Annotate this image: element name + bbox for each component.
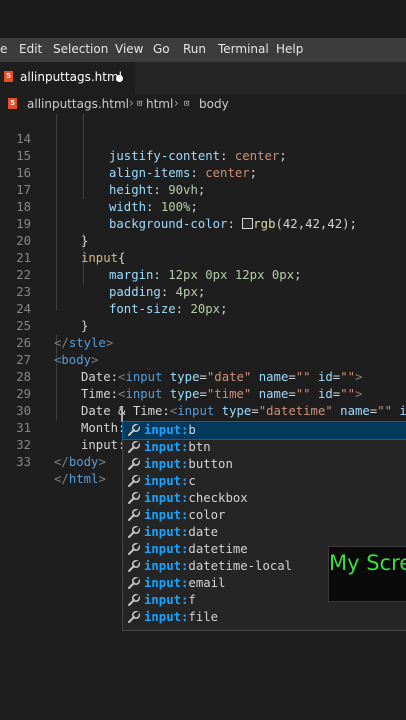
suggestion-rest: color bbox=[188, 508, 226, 522]
overlay-text: My Scre bbox=[329, 551, 406, 575]
suggestion-item[interactable]: input:c bbox=[123, 473, 406, 490]
wrench-icon bbox=[127, 541, 141, 558]
breadcrumb: 5 allinputtags.html › ⊡ html › ⊡ body bbox=[0, 94, 406, 114]
html5-icon: 5 bbox=[8, 98, 17, 109]
wrench-icon bbox=[127, 609, 141, 626]
unsaved-dot-icon[interactable] bbox=[116, 75, 123, 82]
code-line: 16 height: 90vh; bbox=[0, 148, 406, 197]
menu-edit[interactable]: Edit bbox=[19, 42, 42, 56]
wrench-icon bbox=[127, 592, 141, 609]
code-line: 27 Date:<input type="date" name="" id=""… bbox=[0, 335, 406, 384]
menu-help[interactable]: Help bbox=[276, 42, 303, 56]
code-line: 25 </style> bbox=[0, 301, 406, 350]
breadcrumb-html[interactable]: html bbox=[146, 97, 173, 111]
code-line: 15 align-items: center; bbox=[0, 131, 406, 180]
text-cursor bbox=[121, 407, 123, 422]
element-icon: ⊡ bbox=[184, 99, 190, 109]
wrench-icon bbox=[127, 507, 141, 524]
suggestion-item[interactable]: input:b bbox=[122, 421, 406, 440]
code-line: 26 <body> bbox=[0, 318, 406, 367]
suggestion-rest: checkbox bbox=[188, 491, 248, 505]
menu-terminal[interactable]: Terminal bbox=[218, 42, 269, 56]
suggestion-item[interactable]: input:button bbox=[123, 456, 406, 473]
breadcrumb-body[interactable]: body bbox=[199, 97, 229, 111]
line-number: 33 bbox=[16, 455, 31, 469]
code-line: 30 Month:<input type="month" name="" id=… bbox=[0, 386, 406, 435]
suggestion-match: input: bbox=[144, 525, 189, 539]
menu-run[interactable]: Run bbox=[183, 42, 206, 56]
suggestion-match: input: bbox=[144, 423, 189, 437]
code-line: 29 Date & Time:<input type="datetime" na… bbox=[0, 369, 406, 418]
tab-allinputtags[interactable]: 5 allinputtags.html bbox=[0, 62, 135, 94]
code-line: 31 input: bbox=[0, 403, 406, 452]
menu-selection[interactable]: Selection bbox=[53, 42, 108, 56]
suggestion-match: input: bbox=[144, 508, 189, 522]
suggestion-rest: f bbox=[188, 593, 196, 607]
wrench-icon bbox=[127, 524, 141, 541]
menu-file[interactable]: e bbox=[0, 42, 7, 56]
suggestion-match: input: bbox=[144, 576, 189, 590]
code-line: 14 justify-content: center; bbox=[0, 114, 406, 163]
suggestion-item[interactable]: input:file bbox=[123, 609, 406, 626]
wrench-icon bbox=[127, 575, 141, 592]
code-line: 18 background-color: rgb(42,42,42); bbox=[0, 182, 406, 231]
suggestion-rest: b bbox=[188, 423, 196, 437]
suggestion-item[interactable]: input:color bbox=[123, 507, 406, 524]
suggestion-match: input: bbox=[144, 457, 189, 471]
code-line: 24 } bbox=[0, 284, 406, 333]
suggestion-match: input: bbox=[144, 542, 189, 556]
menu-bar: e Edit Selection View Go Run Terminal He… bbox=[0, 38, 406, 62]
suggestion-rest: date bbox=[188, 525, 219, 539]
code-line: 21 margin: 12px 0px 12px 0px; bbox=[0, 233, 406, 282]
suggestion-item[interactable]: input:btn bbox=[123, 439, 406, 456]
suggestion-rest: c bbox=[188, 474, 196, 488]
wrench-icon bbox=[127, 558, 141, 575]
suggestion-item[interactable]: input:date bbox=[123, 524, 406, 541]
code-line: 28 Time:<input type="time" name="" id=""… bbox=[0, 352, 406, 401]
suggestion-match: input: bbox=[144, 474, 189, 488]
suggestion-item[interactable]: input:checkbox bbox=[123, 490, 406, 507]
element-icon: ⊡ bbox=[137, 99, 143, 109]
wrench-icon bbox=[127, 473, 141, 490]
wrench-icon bbox=[127, 490, 141, 507]
suggestion-match: input: bbox=[144, 593, 189, 607]
html-tag: html bbox=[68, 472, 99, 486]
suggestion-rest: file bbox=[188, 610, 219, 624]
suggestion-rest: datetime-local bbox=[188, 559, 293, 573]
suggestion-rest: btn bbox=[188, 440, 211, 454]
menu-go[interactable]: Go bbox=[153, 42, 170, 56]
menu-view[interactable]: View bbox=[115, 42, 143, 56]
suggestion-match: input: bbox=[144, 559, 189, 573]
code-line: 20 input{ bbox=[0, 216, 406, 265]
tab-bar: 5 allinputtags.html bbox=[0, 62, 406, 94]
suggestion-rest: email bbox=[188, 576, 226, 590]
chevron-right-icon: › bbox=[129, 96, 134, 110]
suggestion-rest: button bbox=[188, 457, 233, 471]
suggestion-match: input: bbox=[144, 610, 189, 624]
suggestion-rest: datetime bbox=[188, 542, 248, 556]
tab-label: allinputtags.html bbox=[20, 70, 122, 84]
breadcrumb-file[interactable]: allinputtags.html bbox=[27, 97, 129, 111]
wrench-icon bbox=[127, 439, 141, 456]
chevron-right-icon: › bbox=[174, 96, 179, 110]
wrench-icon bbox=[127, 422, 141, 439]
overlay-panel: My Scre bbox=[328, 546, 406, 602]
code-line: 19 } bbox=[0, 199, 406, 248]
suggestion-match: input: bbox=[144, 491, 189, 505]
wrench-icon bbox=[127, 456, 141, 473]
html5-icon: 5 bbox=[4, 71, 13, 82]
code-line: 22 padding: 4px; bbox=[0, 250, 406, 299]
html-tag: body bbox=[68, 455, 99, 469]
code-line: 17 width: 100%; bbox=[0, 165, 406, 214]
code-line: 23 font-size: 20px; bbox=[0, 267, 406, 316]
suggestion-match: input: bbox=[144, 440, 189, 454]
